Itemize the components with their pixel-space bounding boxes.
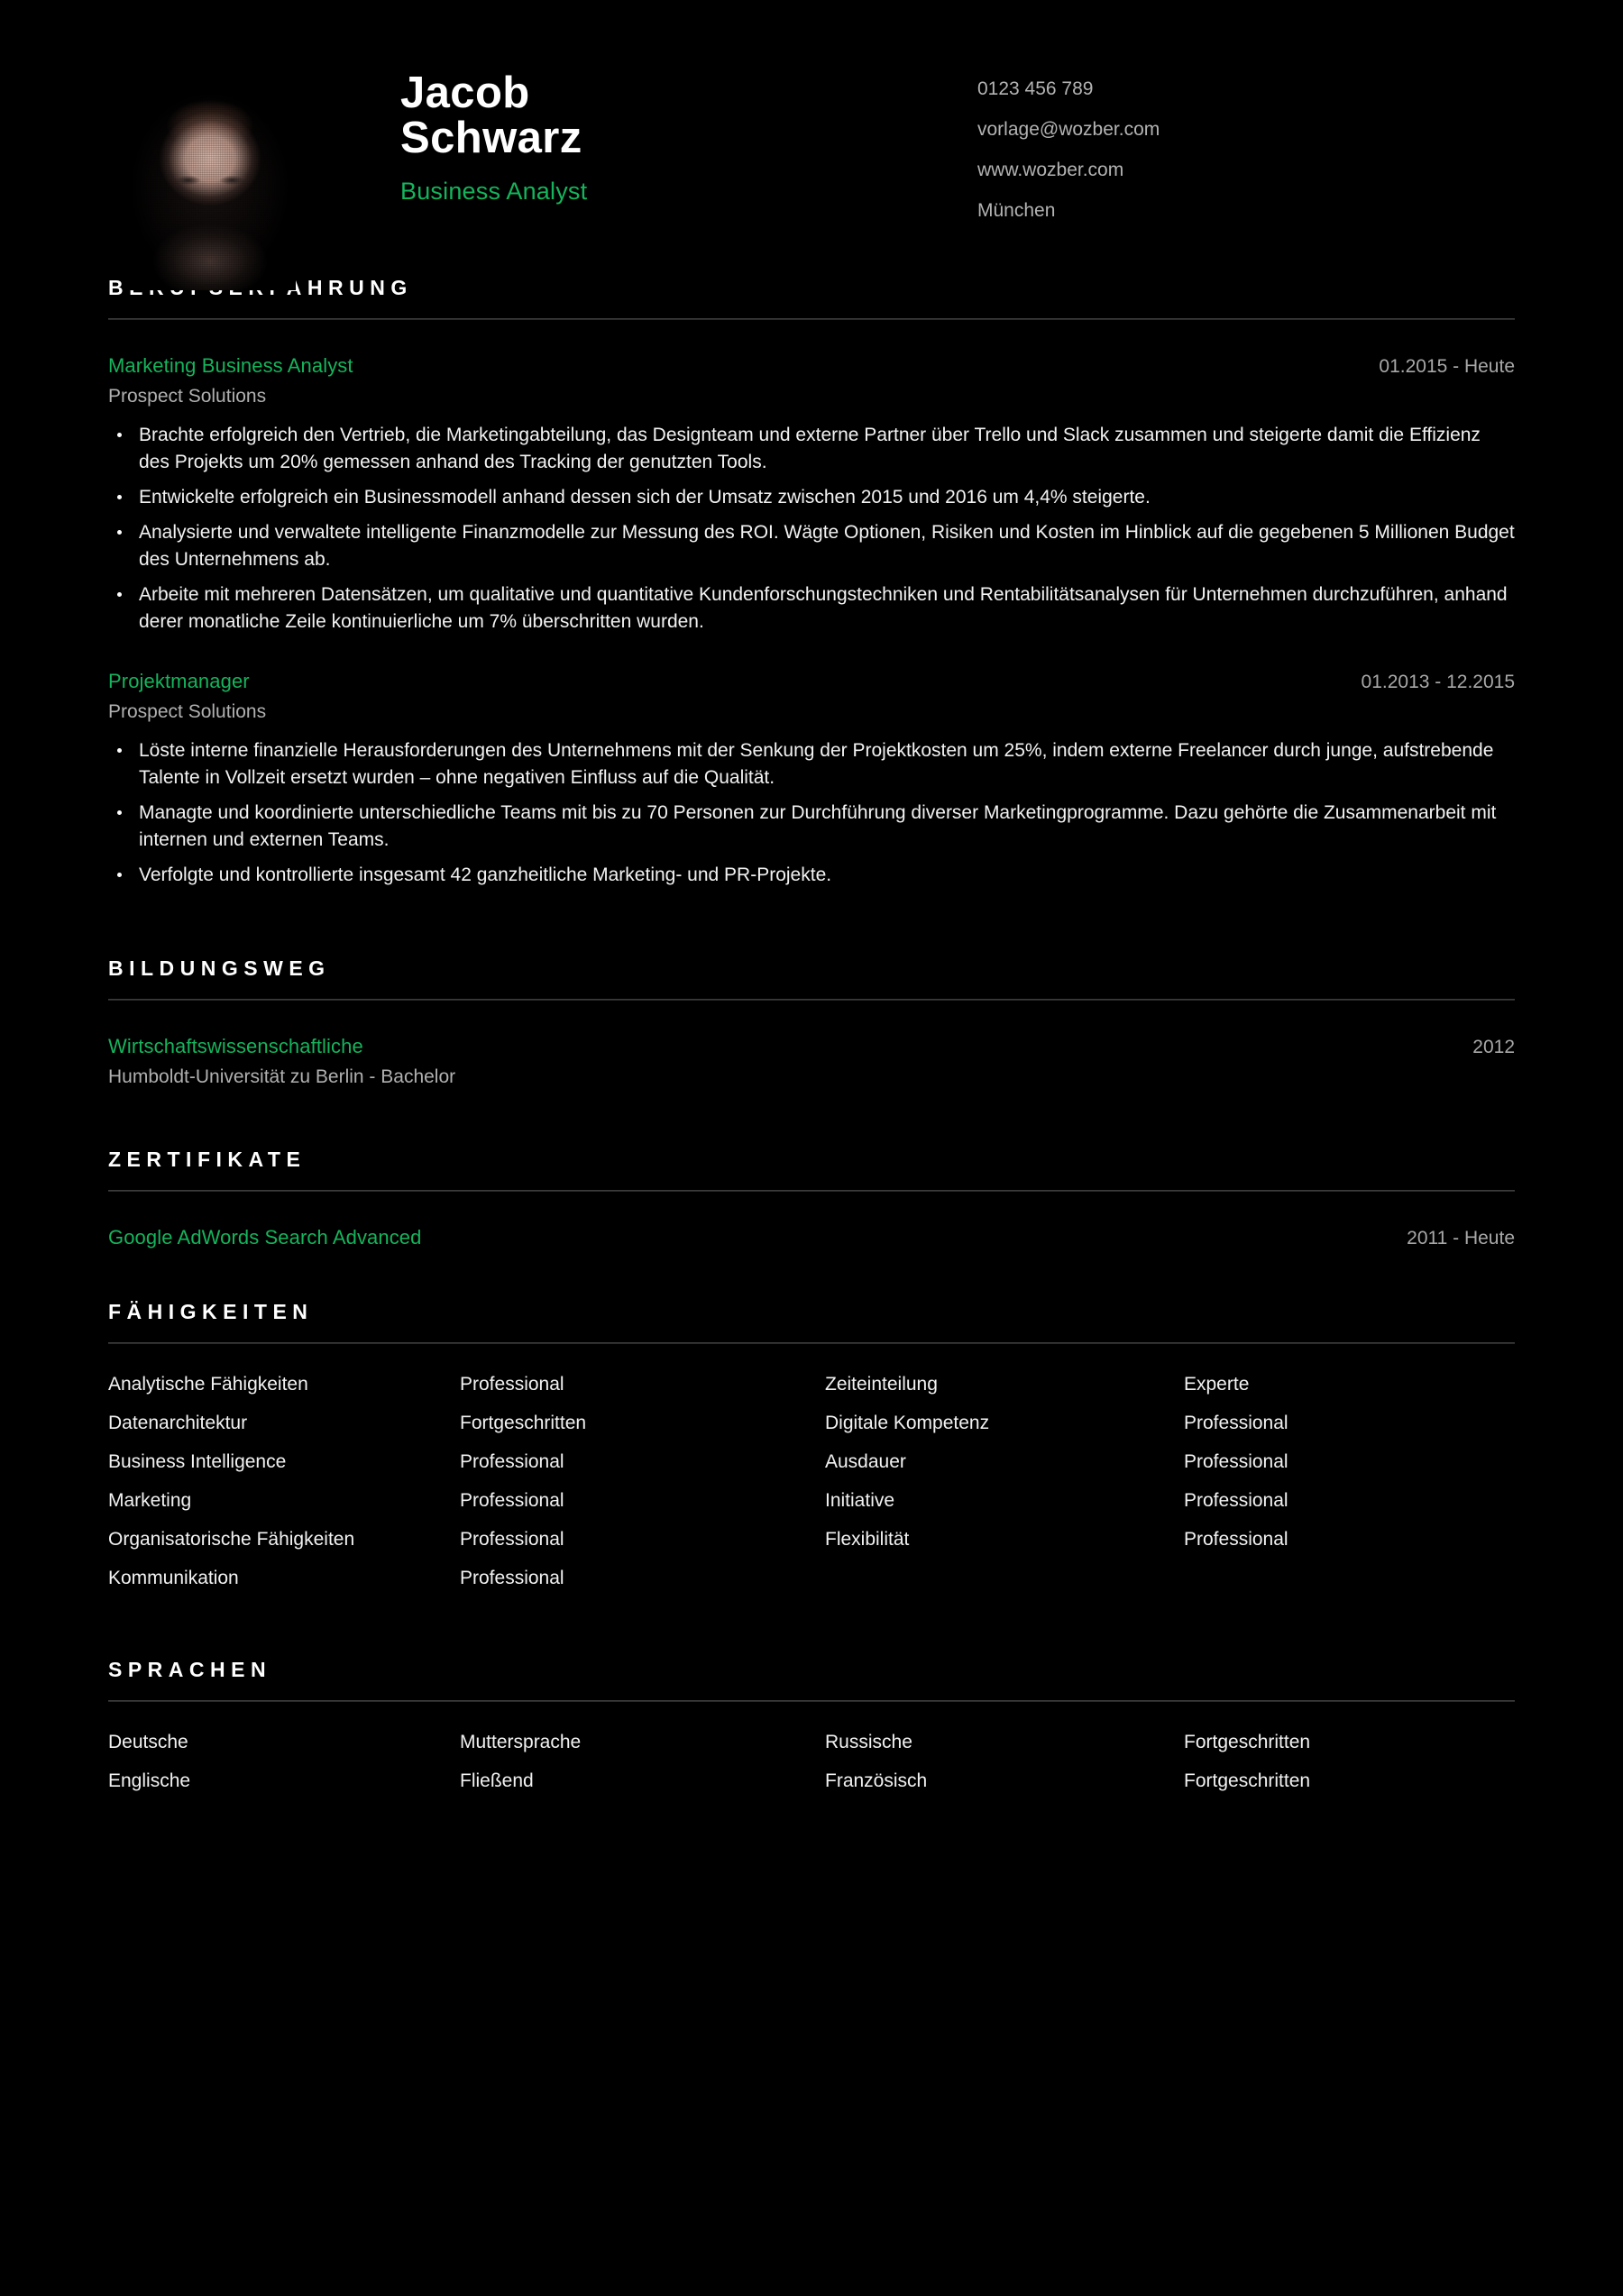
first-name: Jacob	[400, 69, 530, 117]
section-divider	[108, 999, 1515, 1002]
skill-level: Professional	[460, 1568, 564, 1589]
language-name: Russische	[825, 1732, 912, 1753]
list-item: Managte und koordinierte unterschiedlich…	[108, 800, 1515, 854]
section-languages: SPRACHEN Deutsche Muttersprache Russisch…	[108, 1658, 1515, 1810]
experience-bullet-list: Löste interne finanzielle Herausforderun…	[108, 737, 1515, 889]
languages-grid: Deutsche Muttersprache Russische Fortges…	[108, 1733, 1515, 1810]
experience-date: 01.2013 - 12.2015	[1361, 672, 1515, 693]
language-level: Muttersprache	[460, 1732, 582, 1753]
skill-name: Ausdauer	[825, 1451, 906, 1473]
section-heading-certificates: ZERTIFIKATE	[108, 1148, 307, 1172]
skill-level: Professional	[1184, 1490, 1288, 1512]
skills-grid: Analytische Fähigkeiten Professional Zei…	[108, 1375, 1515, 1607]
skill-name: Datenarchitektur	[108, 1413, 248, 1434]
section-skills: FÄHIGKEITEN Analytische Fähigkeiten Prof…	[108, 1300, 1515, 1607]
list-item: Löste interne finanzielle Herausforderun…	[108, 737, 1515, 791]
resume-page: Jacob Schwarz Business Analyst 0123 456 …	[0, 0, 1623, 2296]
section-divider	[108, 1700, 1515, 1703]
skill-level	[1184, 1569, 1515, 1607]
contact-phone[interactable]: 0123 456 789	[977, 79, 1515, 98]
skill-name: Flexibilität	[825, 1529, 910, 1550]
section-heading-languages: SPRACHEN	[108, 1658, 272, 1682]
section-heading-skills: FÄHIGKEITEN	[108, 1300, 314, 1324]
skill-name: Organisatorische Fähigkeiten	[108, 1529, 355, 1550]
section-experience: BERUFSERFAHRUNG Marketing Business Analy…	[108, 276, 1515, 889]
portrait-grain-overlay	[124, 85, 296, 290]
section-divider	[108, 1342, 1515, 1345]
list-item: Entwickelte erfolgreich ein Businessmode…	[108, 484, 1515, 511]
experience-company: Prospect Solutions	[108, 701, 267, 723]
skill-level: Professional	[1184, 1413, 1288, 1434]
section-certificates: ZERTIFIKATE Google AdWords Search Advanc…	[108, 1148, 1515, 1249]
skill-name: Initiative	[825, 1490, 895, 1512]
experience-role: Marketing Business Analyst	[108, 354, 353, 377]
language-level: Fließend	[460, 1770, 534, 1792]
skill-level: Fortgeschritten	[460, 1413, 587, 1434]
list-item: Analysierte und verwaltete intelligente …	[108, 519, 1515, 573]
certificate-date: 2011 - Heute	[1407, 1228, 1515, 1249]
certificate-entry: Google AdWords Search Advanced 2011 - He…	[108, 1226, 1515, 1249]
contact-website[interactable]: www.wozber.com	[977, 160, 1515, 179]
skill-name: Kommunikation	[108, 1568, 239, 1589]
section-education: BILDUNGSWEG Wirtschaftswissenschaftliche…	[108, 956, 1515, 1088]
skill-name: Zeiteinteilung	[825, 1374, 938, 1395]
contact-block: 0123 456 789 vorlage@wozber.com www.wozb…	[977, 79, 1515, 242]
resume-header: Jacob Schwarz Business Analyst 0123 456 …	[108, 0, 1515, 290]
skill-level: Professional	[460, 1490, 564, 1512]
skill-name: Marketing	[108, 1490, 192, 1512]
skill-level: Professional	[460, 1374, 564, 1395]
certificate-entry-header: Google AdWords Search Advanced 2011 - He…	[108, 1226, 1515, 1249]
skill-name: Business Intelligence	[108, 1451, 287, 1473]
skill-name: Analytische Fähigkeiten	[108, 1374, 308, 1395]
experience-entry: Marketing Business Analyst 01.2015 - Heu…	[108, 354, 1515, 636]
skill-level: Professional	[460, 1529, 564, 1550]
section-divider	[108, 318, 1515, 320]
skill-name: Digitale Kompetenz	[825, 1413, 990, 1434]
list-item: Arbeite mit mehreren Datensätzen, um qua…	[108, 581, 1515, 636]
experience-date: 01.2015 - Heute	[1379, 356, 1515, 377]
experience-entry-header: Projektmanager 01.2013 - 12.2015	[108, 670, 1515, 693]
section-heading-experience: BERUFSERFAHRUNG	[108, 276, 1515, 318]
section-heading-education: BILDUNGSWEG	[108, 956, 331, 981]
skill-level: Professional	[1184, 1451, 1288, 1473]
skill-level: Professional	[1184, 1529, 1288, 1550]
experience-company: Prospect Solutions	[108, 386, 267, 407]
certificate-name: Google AdWords Search Advanced	[108, 1226, 422, 1249]
avatar	[124, 85, 296, 290]
contact-email[interactable]: vorlage@wozber.com	[977, 120, 1515, 139]
language-name: Deutsche	[108, 1732, 188, 1753]
language-level: Fortgeschritten	[1184, 1770, 1311, 1792]
section-divider	[108, 1190, 1515, 1193]
skill-level: Professional	[460, 1451, 564, 1473]
education-entry-header: Wirtschaftswissenschaftliche 2012	[108, 1035, 1515, 1058]
language-name: Französisch	[825, 1770, 928, 1792]
education-degree: Wirtschaftswissenschaftliche	[108, 1035, 363, 1058]
contact-location: München	[977, 200, 1056, 221]
language-name: Englische	[108, 1770, 191, 1792]
education-school: Humboldt-Universität zu Berlin - Bachelo…	[108, 1066, 456, 1088]
experience-entry-header: Marketing Business Analyst 01.2015 - Heu…	[108, 354, 1515, 378]
identity-block: Jacob Schwarz Business Analyst	[400, 70, 977, 206]
last-name: Schwarz	[400, 114, 582, 163]
list-item: Verfolgte und kontrollierte insgesamt 42…	[108, 862, 1515, 889]
language-level: Fortgeschritten	[1184, 1732, 1311, 1753]
experience-bullet-list: Brachte erfolgreich den Vertrieb, die Ma…	[108, 422, 1515, 636]
experience-entry: Projektmanager 01.2013 - 12.2015 Prospec…	[108, 670, 1515, 889]
skill-name	[825, 1569, 1184, 1607]
skill-level: Experte	[1184, 1374, 1250, 1395]
list-item: Brachte erfolgreich den Vertrieb, die Ma…	[108, 422, 1515, 476]
experience-role: Projektmanager	[108, 670, 250, 693]
education-entry: Wirtschaftswissenschaftliche 2012 Humbol…	[108, 1035, 1515, 1088]
page-title: Business Analyst	[400, 177, 588, 205]
education-date: 2012	[1472, 1037, 1515, 1058]
